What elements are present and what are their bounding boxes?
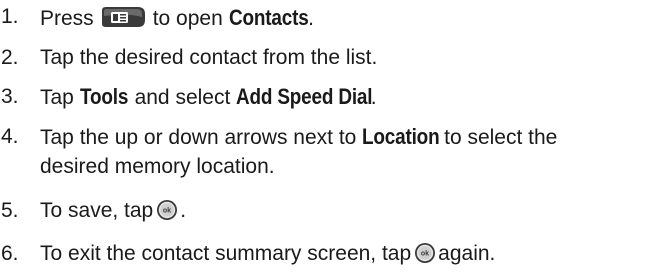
- step-text-before: Tap the up or down arrows next to: [40, 126, 357, 149]
- step-text-after: .: [180, 199, 187, 222]
- step-number: 6.: [1, 242, 19, 265]
- tools-label: Tools: [79, 84, 128, 109]
- step-text: Tap Tools and select Add Speed Dial.: [40, 84, 645, 111]
- location-label: Location: [362, 124, 440, 149]
- contacts-key-icon: [98, 4, 148, 30]
- step-text: Tap the up or down arrows next to Locati…: [40, 124, 645, 151]
- step-text: Tap the desired contact from the list.: [40, 46, 378, 69]
- step-text: To exit the contact summary screen, tap …: [40, 241, 645, 267]
- step-text-after: again.: [438, 242, 496, 265]
- add-speed-dial-label: Add Speed Dial: [236, 84, 373, 109]
- step-text-middle: and select: [134, 86, 231, 109]
- step-text: Press to open Contacts.: [40, 4, 645, 32]
- ok-icon-label: ok: [421, 251, 429, 258]
- step-number: 2.: [1, 46, 19, 69]
- step-number: 4.: [1, 125, 19, 148]
- step-number: 3.: [1, 85, 19, 108]
- step-number: 5.: [1, 199, 19, 222]
- step-text: To save, tap ok .: [40, 198, 645, 224]
- ok-icon-label: ok: [163, 208, 171, 215]
- step-number: 1.: [1, 5, 19, 28]
- step-text-before: Tap: [40, 86, 74, 109]
- step-text-before: Press: [40, 7, 94, 30]
- step-text-line2: desired memory location.: [40, 155, 275, 178]
- step-text-middle: to open: [152, 7, 223, 30]
- contacts-label: Contacts: [228, 5, 309, 30]
- ok-button-icon: ok: [156, 199, 178, 221]
- step-text-after: to select the: [444, 126, 558, 149]
- step-text-before: To exit the contact summary screen, tap: [40, 242, 412, 265]
- step-text-before: To save, tap: [40, 199, 154, 222]
- ok-button-icon: ok: [414, 242, 436, 264]
- step-text-after: .: [308, 7, 314, 30]
